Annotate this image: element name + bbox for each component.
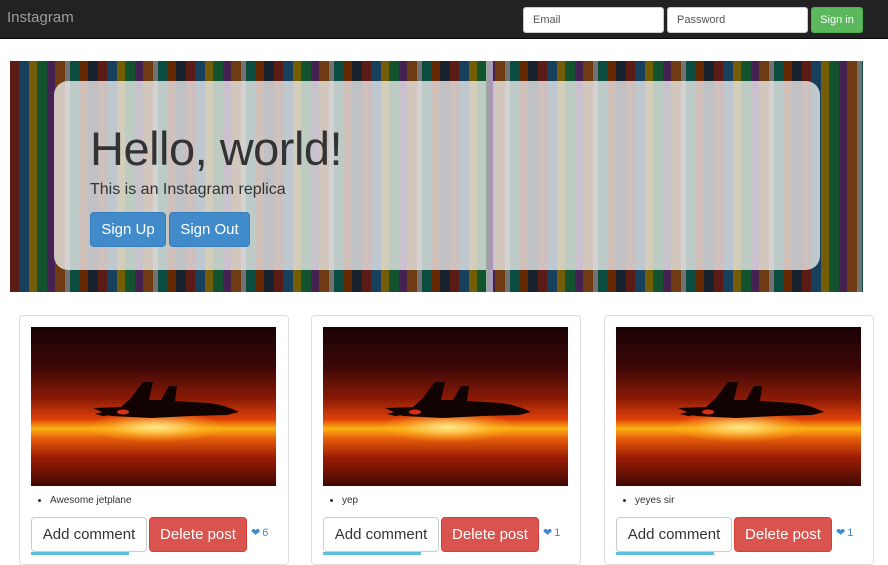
- sign-in-button[interactable]: Sign in: [811, 7, 863, 33]
- like-count-value: 1: [847, 527, 854, 539]
- post-caption-list: yeyes sir: [635, 494, 674, 508]
- email-input[interactable]: [523, 7, 664, 33]
- heart-icon[interactable]: ❤: [836, 527, 845, 539]
- delete-post-button[interactable]: Delete post: [441, 517, 539, 552]
- like-count-value: 6: [262, 527, 269, 539]
- post-caption: yep: [342, 494, 358, 508]
- add-comment-button[interactable]: Add comment: [31, 517, 147, 552]
- heart-icon[interactable]: ❤: [543, 527, 552, 539]
- comment-form-edge: [616, 552, 714, 555]
- hero-banner-collage: [10, 61, 863, 292]
- post-caption-list: yep: [342, 494, 358, 508]
- password-input[interactable]: [667, 7, 808, 33]
- banner-overlay-right: [493, 81, 820, 270]
- post-card: Awesome jetplane Add comment Delete post…: [19, 315, 289, 565]
- comment-form-edge: [323, 552, 421, 555]
- sign-out-button[interactable]: Sign Out: [169, 212, 250, 247]
- like-count-value: 1: [554, 527, 561, 539]
- post-caption: yeyes sir: [635, 494, 674, 508]
- delete-post-button[interactable]: Delete post: [149, 517, 247, 552]
- banner-divider: [486, 61, 493, 292]
- post-card: yeyes sir Add comment Delete post ❤1: [604, 315, 874, 565]
- post-caption: Awesome jetplane: [50, 494, 132, 508]
- post-card: yep Add comment Delete post ❤1: [311, 315, 581, 565]
- hero-title: Hello, world!: [90, 122, 343, 175]
- like-count[interactable]: ❤ 1: [543, 526, 560, 539]
- post-image: [323, 327, 568, 486]
- jet-silhouette-icon: [385, 382, 531, 418]
- comment-form-edge: [31, 552, 129, 555]
- heart-icon[interactable]: ❤: [251, 527, 260, 539]
- like-count[interactable]: ❤ 6: [251, 526, 268, 539]
- delete-post-button[interactable]: Delete post: [734, 517, 832, 552]
- post-image: [31, 327, 276, 486]
- navbar: Instagram Sign in: [0, 0, 888, 39]
- sign-up-button[interactable]: Sign Up: [90, 212, 166, 247]
- post-caption-list: Awesome jetplane: [50, 494, 132, 508]
- like-count[interactable]: ❤ 1: [836, 526, 853, 539]
- add-comment-button[interactable]: Add comment: [323, 517, 439, 552]
- brand-link[interactable]: Instagram: [7, 9, 74, 26]
- hero-subtitle: This is an Instagram replica: [90, 181, 286, 198]
- jet-silhouette-icon: [93, 382, 239, 418]
- jet-silhouette-icon: [678, 382, 824, 418]
- post-image: [616, 327, 861, 486]
- add-comment-button[interactable]: Add comment: [616, 517, 732, 552]
